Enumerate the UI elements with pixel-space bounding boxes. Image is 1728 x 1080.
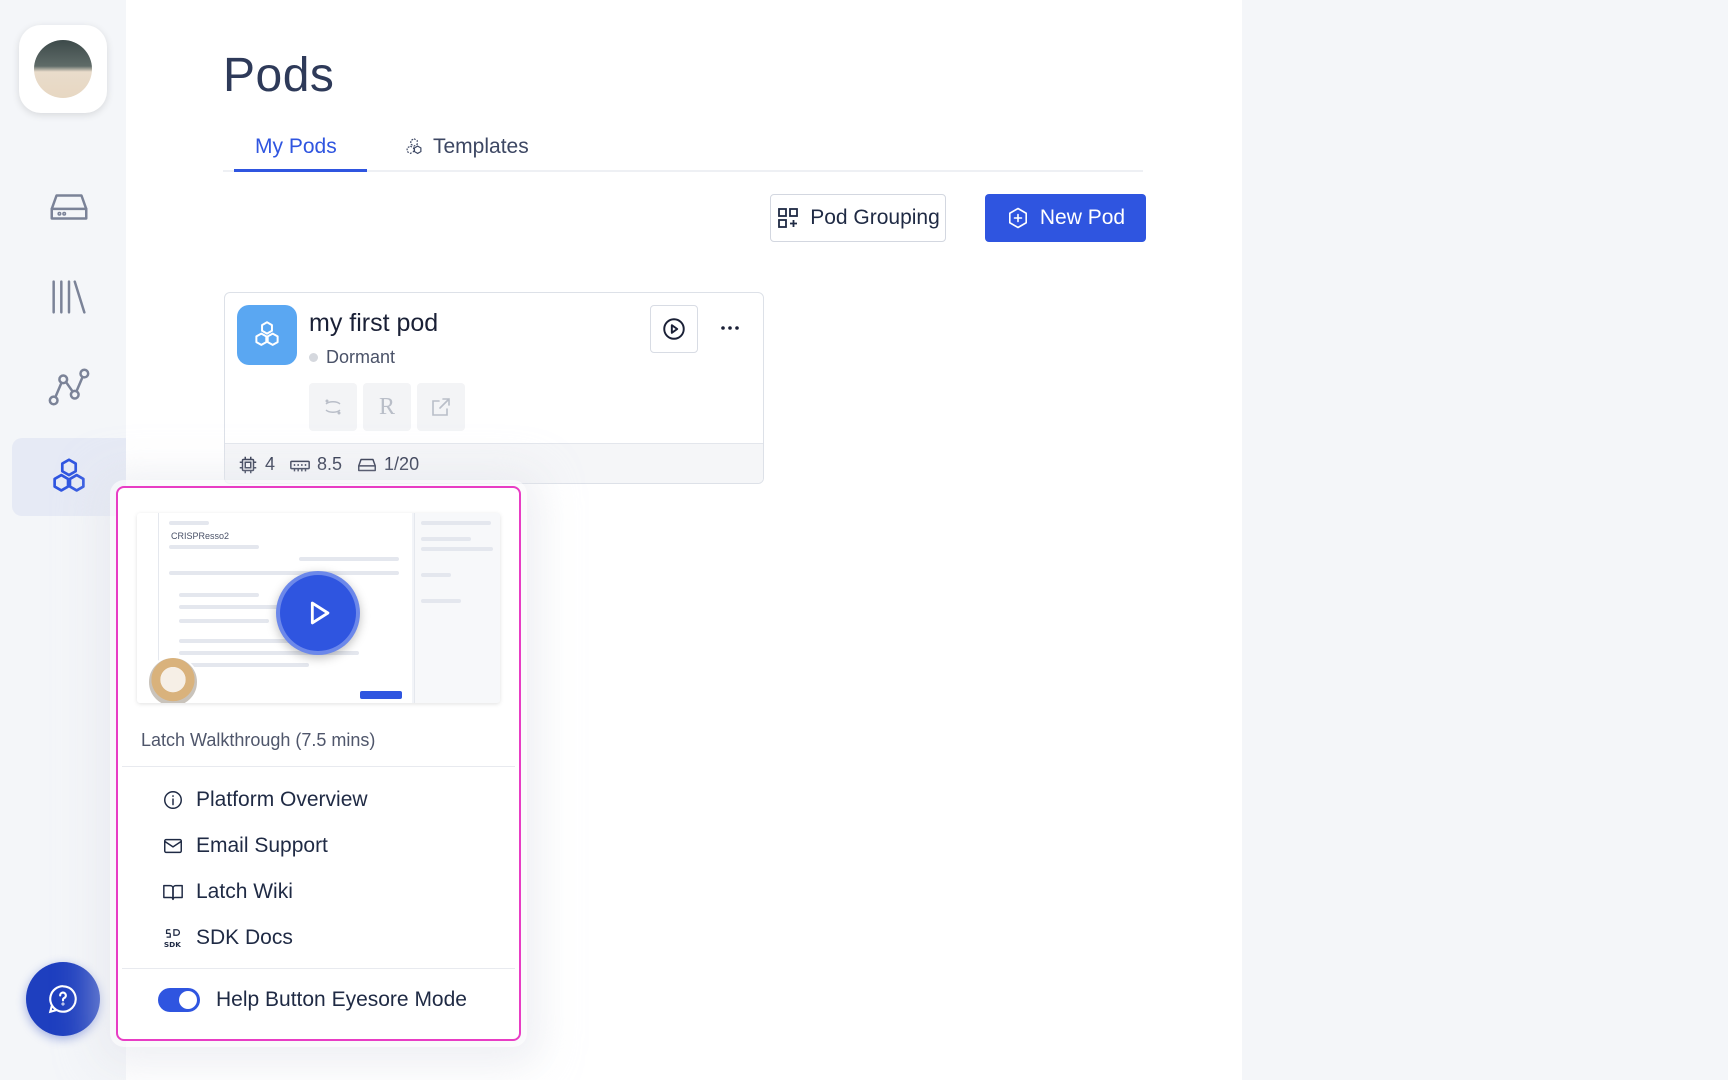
tab-my-pods[interactable]: My Pods: [255, 122, 337, 172]
more-options-button[interactable]: [715, 313, 745, 343]
help-chat-icon: [48, 985, 77, 1014]
sidebar-item-storage[interactable]: [12, 168, 126, 246]
platform-overview-link[interactable]: Platform Overview: [162, 785, 368, 815]
latch-wiki-label: Latch Wiki: [196, 880, 293, 903]
storage-spec: 1/20: [356, 454, 419, 476]
page-title: Pods: [223, 49, 335, 102]
thumb-line: [421, 537, 471, 541]
thumb-right-panel: [414, 513, 500, 703]
video-play-button[interactable]: [276, 571, 360, 655]
template-hexagon-icon: [406, 138, 422, 155]
pod-name[interactable]: my first pod: [309, 309, 438, 338]
rstudio-button[interactable]: R: [363, 383, 411, 431]
pod-status-label: Dormant: [326, 347, 396, 367]
help-button[interactable]: [26, 962, 100, 1036]
toggle-knob: [179, 991, 197, 1009]
status-dot: [309, 353, 318, 362]
graph-nodes-icon: [48, 368, 90, 406]
pod-status: Dormant: [309, 347, 395, 368]
play-icon: [310, 601, 330, 625]
hard-drive-icon: [358, 458, 377, 471]
cpu-spec: 4: [237, 454, 275, 476]
tab-my-pods-label: My Pods: [255, 135, 337, 158]
help-popup: CRISPResso2 Latch Walkthrough (7.5 mins)…: [116, 486, 521, 1041]
jupyter-button[interactable]: [309, 383, 357, 431]
tab-templates[interactable]: Templates: [403, 122, 529, 172]
sidebar-item-workflows[interactable]: [12, 348, 126, 426]
pod-icon: [237, 305, 297, 365]
thumb-line: [169, 545, 259, 549]
divider: [122, 968, 515, 969]
thumb-line: [421, 573, 451, 577]
walkthrough-video[interactable]: CRISPResso2: [137, 513, 500, 703]
cpu-icon: [239, 456, 257, 473]
new-pod-button[interactable]: New Pod: [985, 194, 1146, 242]
pod-card[interactable]: my first pod Dormant R 4 8.5 1/20: [224, 292, 764, 484]
pod-grouping-label: Pod Grouping: [810, 206, 940, 229]
thumb-line: [421, 599, 461, 603]
thumb-line: [179, 593, 259, 597]
jupyter-icon: [325, 399, 341, 415]
thumb-run-button: [360, 691, 402, 699]
memory-icon: [290, 460, 310, 471]
sdk-docs-link[interactable]: SDK SDK Docs: [162, 923, 293, 953]
sidebar-item-library[interactable]: [12, 258, 126, 336]
library-icon: [52, 280, 86, 314]
sdk-docs-label: SDK Docs: [196, 926, 293, 949]
pod-specs: 4 8.5 1/20: [225, 443, 763, 483]
active-tab-indicator: [234, 169, 367, 172]
sdk-icon: SDK: [164, 929, 181, 949]
email-support-link[interactable]: Email Support: [162, 831, 328, 861]
sidebar-item-pods[interactable]: [12, 438, 126, 516]
thumb-line: [421, 521, 491, 525]
divider: [122, 766, 515, 767]
start-pod-button[interactable]: [650, 305, 698, 353]
thumb-line: [421, 547, 493, 551]
presenter-avatar: [147, 656, 199, 703]
external-link-icon: [432, 398, 450, 416]
thumb-line: [169, 571, 399, 575]
grid-plus-icon: [778, 208, 799, 228]
open-external-button[interactable]: [417, 383, 465, 431]
memory-value: 8.5: [317, 454, 343, 474]
sidebar: [0, 0, 126, 1080]
thumb-line: [179, 639, 299, 643]
thumb-line: [299, 557, 399, 561]
new-pod-label: New Pod: [1039, 206, 1126, 229]
hexagon-cluster-icon: [255, 321, 279, 346]
ellipsis-icon: [721, 326, 739, 330]
user-avatar-button[interactable]: [19, 25, 107, 113]
video-caption: Latch Walkthrough (7.5 mins): [141, 730, 376, 750]
info-icon: [164, 791, 182, 809]
eyesore-mode-toggle[interactable]: [158, 988, 200, 1012]
mail-icon: [164, 838, 182, 854]
memory-spec: 8.5: [289, 454, 342, 476]
right-background: [1242, 0, 1728, 1080]
thumb-line: [179, 619, 269, 623]
tab-bar: My Pods Templates: [223, 122, 1143, 172]
storage-value: 1/20: [384, 454, 420, 474]
tab-templates-label: Templates: [433, 135, 529, 158]
play-circle-icon: [663, 318, 685, 340]
hard-drive-icon: [50, 194, 88, 220]
email-support-label: Email Support: [196, 834, 328, 857]
eyesore-mode-label: Help Button Eyesore Mode: [216, 988, 467, 1011]
svg-text:SDK: SDK: [164, 940, 181, 949]
cpu-value: 4: [265, 454, 276, 474]
thumb-title: CRISPResso2: [171, 531, 230, 541]
avatar: [34, 40, 92, 98]
thumb-line: [169, 521, 209, 525]
hexagon-cluster-icon: [53, 458, 85, 492]
pod-tools: R: [309, 383, 465, 431]
rstudio-label: R: [378, 393, 395, 420]
platform-overview-label: Platform Overview: [196, 788, 368, 811]
pod-grouping-button[interactable]: Pod Grouping: [770, 194, 946, 242]
thumb-line: [179, 663, 309, 667]
plus-hexagon-icon: [1008, 207, 1027, 229]
book-icon: [163, 884, 183, 901]
latch-wiki-link[interactable]: Latch Wiki: [162, 877, 293, 907]
eyesore-mode-row: Help Button Eyesore Mode: [158, 988, 467, 1012]
